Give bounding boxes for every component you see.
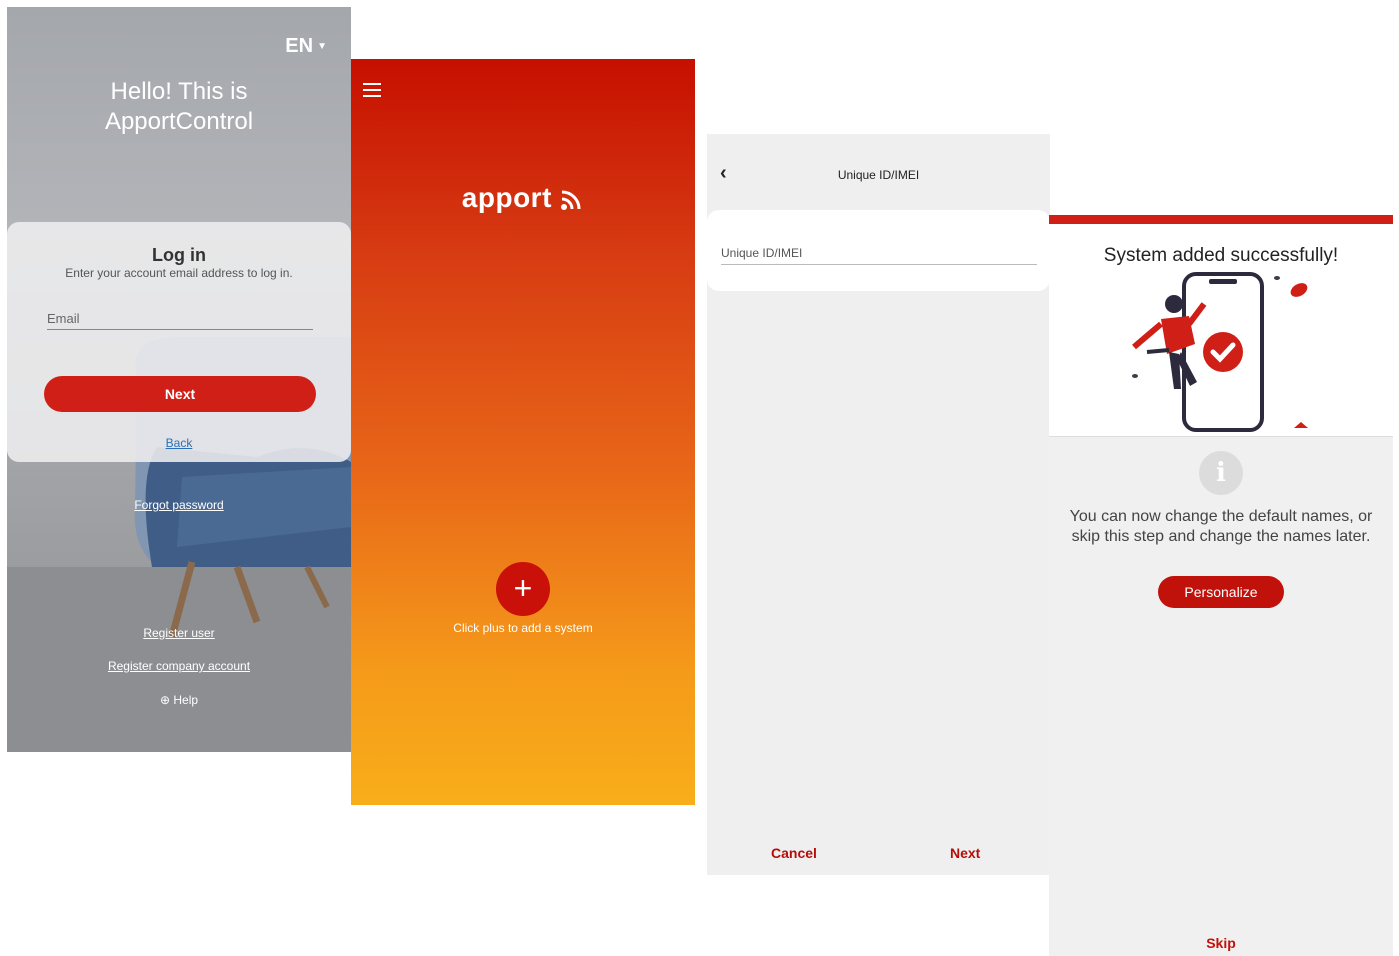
chevron-down-icon: ▼: [317, 41, 327, 53]
info-icon: i: [1199, 451, 1243, 495]
login-card: Log in Enter your account email address …: [7, 222, 351, 462]
forgot-password-link[interactable]: Forgot password: [7, 498, 351, 512]
home-screen: apport + Click plus to add a system: [351, 59, 695, 805]
login-screen: EN ▼ Hello! This is ApportControl Log in …: [7, 7, 351, 752]
success-screen: System added successfully! i You can now…: [1049, 215, 1393, 956]
register-company-link[interactable]: Register company account: [7, 659, 351, 673]
signal-icon: [561, 190, 581, 210]
lifebuoy-icon: ⊕: [159, 693, 171, 707]
register-user-link[interactable]: Register user: [7, 626, 351, 640]
success-message: You can now change the default names, or…: [1069, 508, 1373, 545]
back-link[interactable]: Back: [7, 436, 351, 450]
form-panel: Unique ID/IMEI: [707, 210, 1050, 291]
personalize-button[interactable]: Personalize: [1158, 576, 1284, 608]
login-title: Log in: [152, 245, 206, 265]
add-system-hint: Click plus to add a system: [453, 621, 593, 635]
next-button[interactable]: Next: [44, 376, 316, 412]
unique-id-screen: ‹ Unique ID/IMEI Unique ID/IMEI Cancel N…: [707, 134, 1050, 875]
apport-logo: apport: [351, 182, 695, 214]
login-subtitle: Enter your account email address to log …: [65, 266, 293, 280]
greeting-line-1: Hello! This is: [110, 78, 248, 105]
success-header: System added successfully!: [1049, 224, 1393, 437]
add-system-button[interactable]: +: [496, 562, 550, 616]
greeting-line-2: ApportControl: [104, 108, 254, 135]
email-field[interactable]: Email: [47, 311, 313, 330]
help-link[interactable]: ⊕ Help: [7, 693, 351, 707]
page-title: Unique ID/IMEI: [837, 168, 920, 182]
hamburger-menu-icon[interactable]: [363, 83, 381, 101]
success-illustration: [1132, 272, 1308, 432]
skip-button[interactable]: Skip: [1049, 935, 1393, 951]
next-button[interactable]: Next: [950, 845, 980, 861]
language-selector[interactable]: EN ▼: [285, 35, 327, 58]
language-code: EN: [285, 35, 314, 57]
top-accent-bar: [1049, 215, 1393, 224]
cancel-button[interactable]: Cancel: [771, 845, 817, 861]
logo-text: apport: [461, 182, 552, 213]
unique-id-field[interactable]: Unique ID/IMEI: [721, 246, 1037, 265]
greeting: Hello! This is ApportControl: [7, 77, 351, 137]
help-label: Help: [173, 693, 199, 707]
